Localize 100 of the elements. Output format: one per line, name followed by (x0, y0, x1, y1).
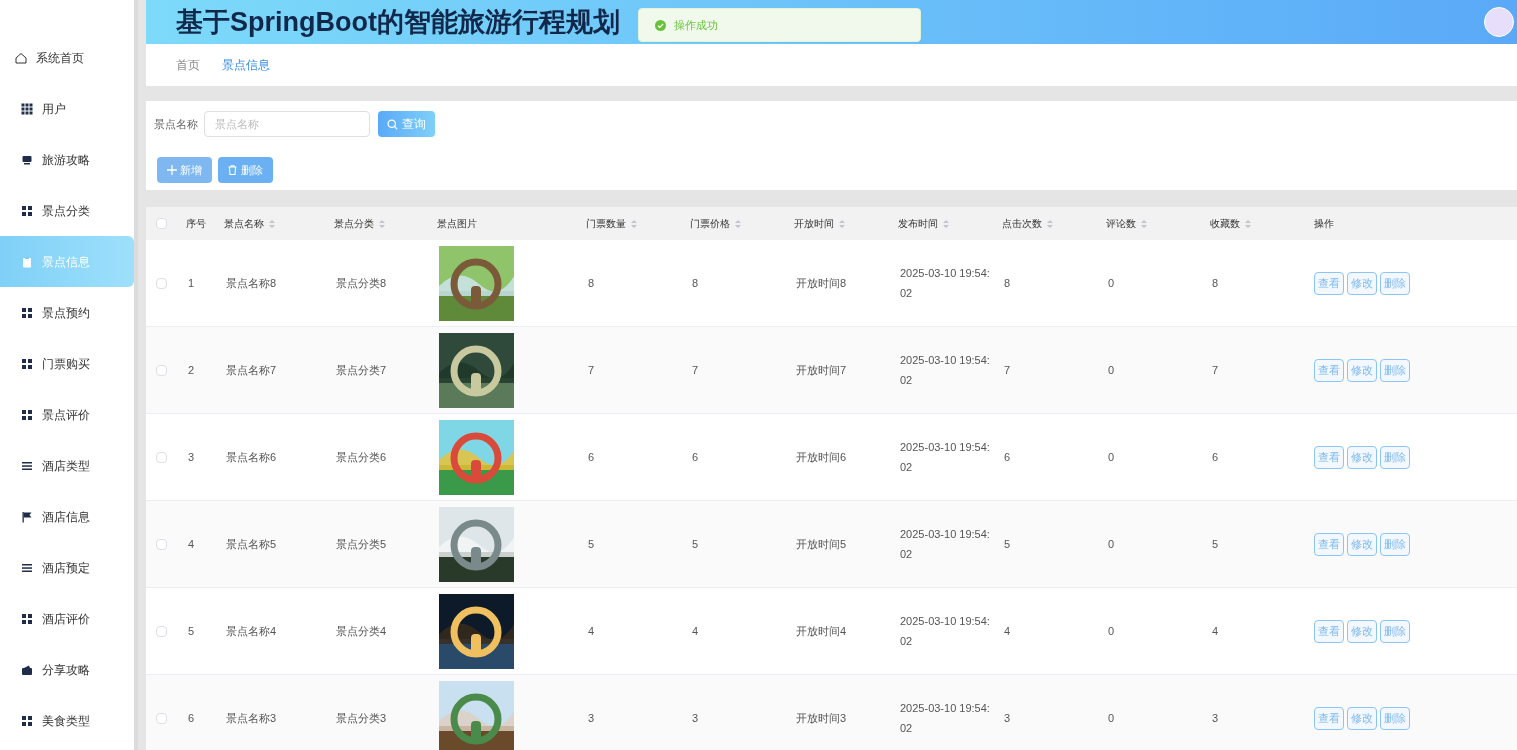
row-action-button[interactable]: 修改 (1347, 271, 1377, 295)
row-action-button[interactable]: 修改 (1347, 532, 1377, 556)
grid-icon (21, 612, 33, 625)
app-title: 基于SpringBoot的智能旅游行程规划 (176, 5, 620, 39)
table-cell-text: 5 (1004, 537, 1012, 552)
grid-icon (21, 204, 33, 217)
sort-icon[interactable] (1245, 218, 1251, 229)
table-cell-text: 5 (1212, 537, 1220, 552)
row-action-button[interactable]: 查看 (1314, 445, 1344, 469)
row-action-button[interactable]: 修改 (1347, 706, 1377, 730)
sort-icon[interactable] (379, 218, 385, 229)
column-header[interactable]: 景点名称 (224, 216, 264, 231)
row-action-button[interactable]: 修改 (1347, 358, 1377, 382)
row-action-button[interactable]: 查看 (1314, 706, 1344, 730)
column-header[interactable]: 门票价格 (690, 216, 730, 231)
column-header[interactable]: 发布时间 (898, 216, 938, 231)
wallet-icon (21, 663, 33, 676)
delete-button[interactable]: 删除 (218, 157, 273, 183)
column-header[interactable]: 门票数量 (586, 216, 626, 231)
table-cell-text: 6 (692, 450, 700, 465)
sidebar-item[interactable]: 酒店信息 (0, 491, 134, 542)
column-header[interactable]: 点击次数 (1002, 216, 1042, 231)
table-cell-text: 开放时间6 (796, 450, 848, 465)
search-button[interactable]: 查询 (378, 111, 435, 137)
sort-icon[interactable] (1141, 218, 1147, 229)
table-cell-text: 0 (1108, 711, 1116, 726)
table-cell-text: 2025-03-10 19:54:02 (900, 614, 991, 649)
row-checkbox[interactable] (155, 538, 167, 550)
sidebar-item[interactable]: 酒店预定 (0, 542, 134, 593)
row-action-button[interactable]: 查看 (1314, 619, 1344, 643)
table-cell: 5 (188, 624, 195, 637)
sidebar-item[interactable]: 美食类型 (0, 695, 134, 746)
row-checkbox[interactable] (155, 364, 167, 376)
table-cell-text: 0 (1108, 450, 1116, 465)
row-action-button[interactable]: 删除 (1380, 445, 1410, 469)
column-header[interactable]: 开放时间 (794, 216, 834, 231)
row-checkbox[interactable] (155, 712, 167, 724)
row-action-button[interactable]: 删除 (1380, 532, 1410, 556)
search-field[interactable]: 景点名称 (204, 111, 370, 137)
breadcrumb-link[interactable]: 首页 (176, 56, 200, 74)
column-header[interactable]: 收藏数 (1210, 216, 1240, 231)
table-cell: 景点名称8 (226, 276, 277, 289)
sort-icon[interactable] (943, 218, 949, 229)
row-action-button[interactable]: 查看 (1314, 358, 1344, 382)
table-cell: 景点名称6 (226, 450, 277, 463)
sidebar-item[interactable]: 门票购买 (0, 338, 134, 389)
sidebar-item[interactable]: 景点分类 (0, 185, 134, 236)
table-cell: 4 (188, 537, 195, 550)
row-action-button[interactable]: 查看 (1314, 532, 1344, 556)
row-checkbox[interactable] (155, 625, 167, 637)
table-cell-text: 8 (588, 276, 596, 291)
sort-icon[interactable] (735, 218, 741, 229)
home-icon (15, 51, 27, 64)
column-header[interactable]: 景点分类 (334, 216, 374, 231)
sidebar-item[interactable]: 分享攻略 (0, 644, 134, 695)
search-icon (387, 118, 398, 130)
avatar[interactable] (1484, 7, 1514, 37)
add-button[interactable]: 新增 (157, 157, 212, 183)
select-all-checkbox[interactable] (155, 218, 167, 229)
row-action-button[interactable]: 删除 (1380, 706, 1410, 730)
row-action-button[interactable]: 删除 (1380, 271, 1410, 295)
check-circle-icon (655, 19, 666, 31)
sidebar-item[interactable]: 酒店评价 (0, 593, 134, 644)
row-action-button[interactable]: 修改 (1347, 445, 1377, 469)
table-cell: 景点名称5 (226, 537, 277, 550)
sort-icon[interactable] (631, 218, 637, 229)
list-icon (21, 561, 33, 574)
row-action-button[interactable]: 删除 (1380, 358, 1410, 382)
table-cell-text: 8 (1004, 276, 1012, 291)
table-cell-text: 7 (692, 363, 700, 378)
table-cell-text: 6 (1212, 450, 1220, 465)
table-cell-text: 3 (588, 711, 596, 726)
breadcrumb-link[interactable]: 景点信息 (222, 56, 270, 74)
sidebar-item[interactable]: 旅游攻略 (0, 134, 134, 185)
column-header[interactable]: 评论数 (1106, 216, 1136, 231)
table-cell-text: 2025-03-10 19:54:02 (900, 353, 991, 388)
table-cell: 景点分类3 (336, 711, 387, 724)
table-cell-text: 开放时间3 (796, 711, 848, 726)
sidebar-item[interactable]: 系统首页 (0, 32, 134, 83)
grid-icon (21, 714, 33, 727)
sort-icon[interactable] (269, 218, 275, 229)
sort-icon[interactable] (839, 218, 845, 229)
sidebar-item[interactable]: 用户 (0, 83, 134, 134)
sidebar-item[interactable]: 景点评价 (0, 389, 134, 440)
row-checkbox[interactable] (155, 277, 167, 289)
table-cell: 景点分类4 (336, 624, 387, 637)
row-action-button[interactable]: 修改 (1347, 619, 1377, 643)
sidebar-item[interactable]: 景点预约 (0, 287, 134, 338)
table-cell-text: 5 (588, 537, 596, 552)
row-action-button[interactable]: 查看 (1314, 271, 1344, 295)
table-cell-text: 开放时间7 (796, 363, 848, 378)
row-checkbox[interactable] (155, 451, 167, 463)
column-header: 操作 (1314, 217, 1334, 231)
row-action-button[interactable]: 删除 (1380, 619, 1410, 643)
trash-icon (228, 165, 237, 175)
table-cell-text: 0 (1108, 537, 1116, 552)
sidebar-item[interactable]: 酒店类型 (0, 440, 134, 491)
grid-icon (21, 408, 33, 421)
sort-icon[interactable] (1047, 218, 1053, 229)
table-cell: 景点分类5 (336, 537, 387, 550)
